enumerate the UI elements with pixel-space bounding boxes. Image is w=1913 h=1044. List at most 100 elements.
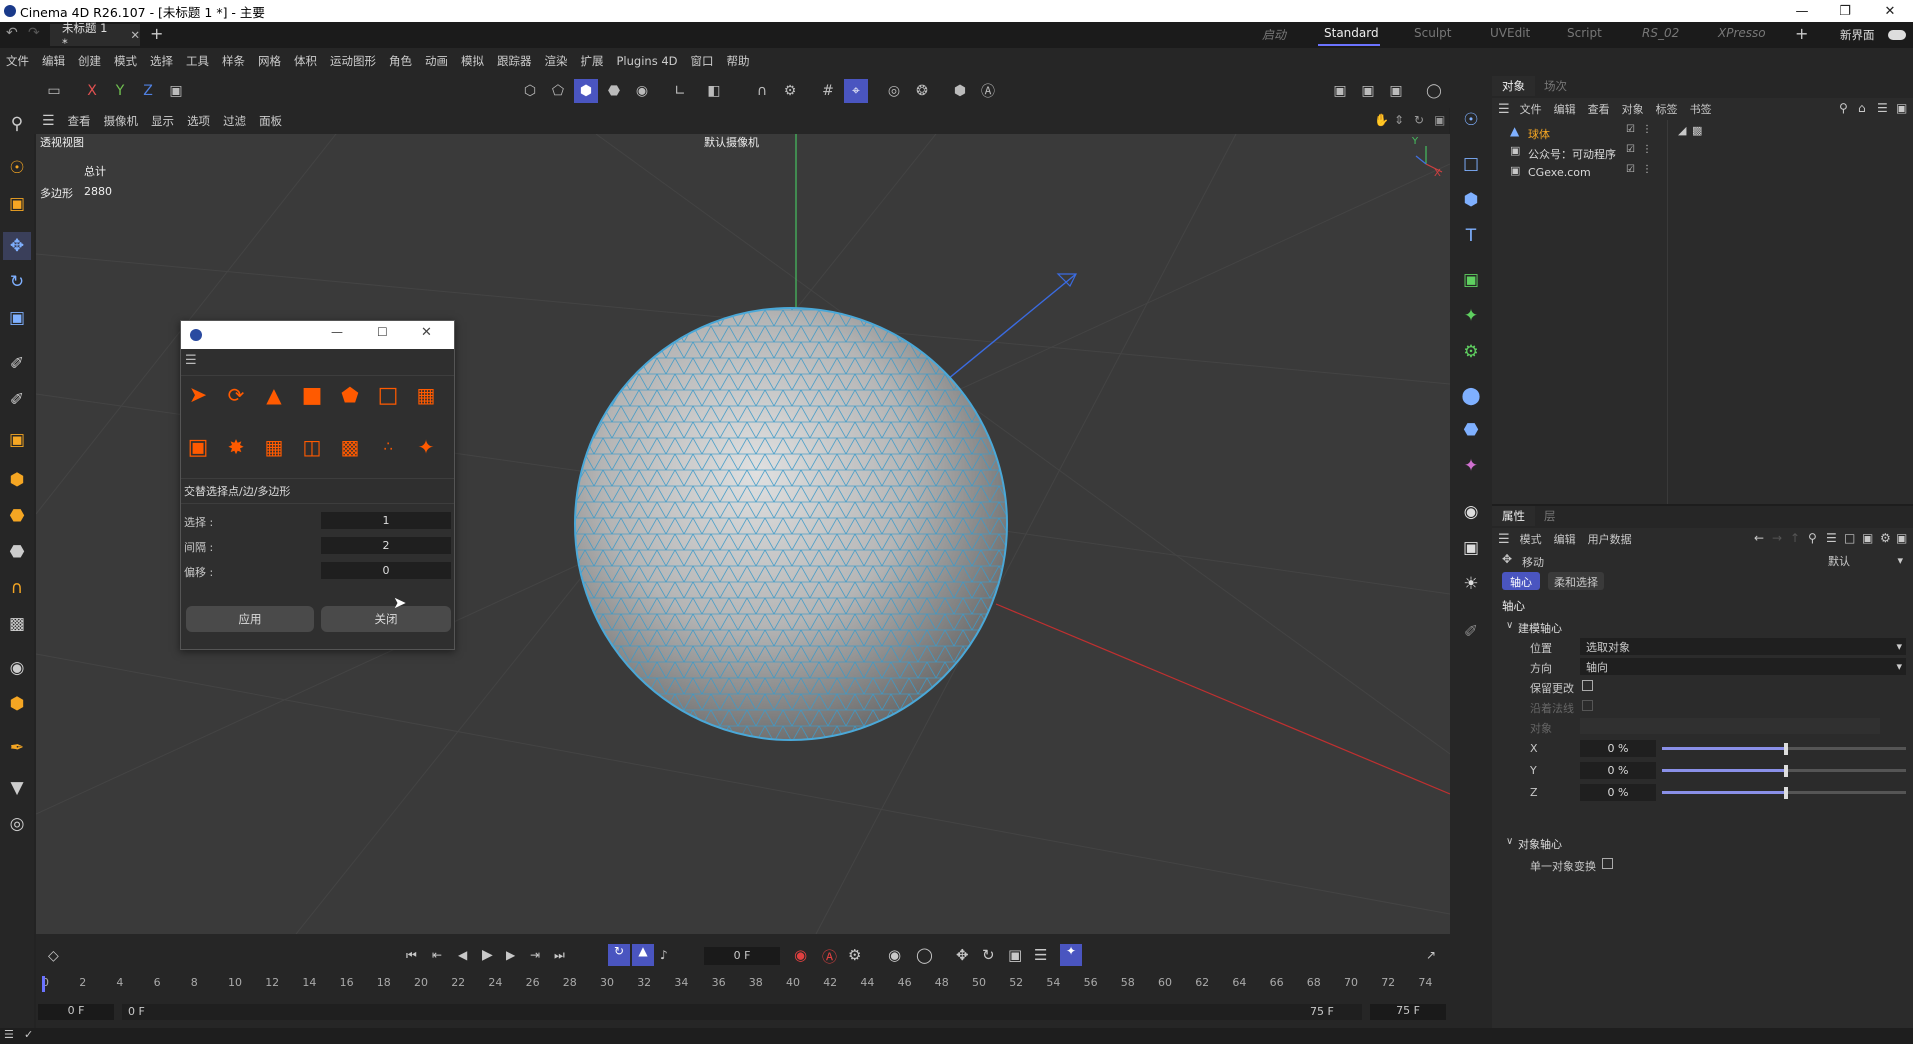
attribute-hamburger-icon[interactable]: ☰ (1498, 532, 1510, 547)
select-loop-icon[interactable]: ⟳ (221, 380, 251, 410)
triangle-icon[interactable]: ▲ (259, 380, 289, 410)
layout-tab-uvedit[interactable]: UVEdit (1490, 26, 1530, 40)
text-object-icon[interactable]: T (1457, 222, 1485, 250)
generator-icon[interactable]: ▣ (1457, 266, 1485, 294)
tag-icon[interactable]: ✐ (1457, 618, 1485, 646)
rotate-tool-icon[interactable]: ↻ (3, 268, 31, 296)
layout-tab-script[interactable]: Script (1567, 26, 1602, 40)
checker-select-icon[interactable]: ▩ (335, 432, 365, 462)
tag-phong-icon[interactable]: ▩ (1692, 124, 1702, 137)
hollow-square-icon[interactable]: □ (373, 380, 403, 410)
z-axis-icon[interactable]: Z (136, 79, 160, 103)
object-name[interactable]: CGexe.com (1528, 166, 1591, 179)
key-pla-icon[interactable]: ✦ (1060, 944, 1082, 966)
object-home-icon[interactable]: ⌂ (1858, 101, 1866, 115)
y-axis-icon[interactable]: Y (108, 79, 132, 103)
attribute-gear-icon[interactable]: ⚙ (1880, 531, 1891, 545)
render-dots-icon[interactable]: ⋮ (1642, 124, 1652, 135)
key-rotation-icon[interactable]: ↻ (982, 946, 995, 964)
forward-arrow-icon[interactable]: → (1772, 531, 1782, 545)
group-object-pivot-chevron-icon[interactable]: ∨ (1506, 836, 1513, 847)
goto-start-icon[interactable]: ⏮ (406, 948, 417, 963)
offset-input[interactable]: 0 (321, 562, 451, 579)
range-bar[interactable]: 0 F 75 F (122, 1004, 1362, 1020)
single-object-transform-checkbox[interactable] (1602, 858, 1613, 869)
render-icon[interactable]: ◎ (882, 79, 906, 103)
camera-icon[interactable]: ⬢ (948, 79, 972, 103)
live-select-icon[interactable]: ☉ (3, 154, 31, 182)
object-menu-object[interactable]: 对象 (1622, 101, 1644, 117)
layout-toggle[interactable] (1888, 30, 1906, 40)
add-tab-icon[interactable]: + (150, 24, 163, 43)
viewport-menu-display[interactable]: 显示 (151, 113, 174, 129)
x-slider[interactable] (1662, 743, 1906, 755)
object-menu-edit[interactable]: 编辑 (1554, 101, 1576, 117)
new-layout-label[interactable]: 新界面 (1840, 27, 1875, 43)
menu-window[interactable]: 窗口 (691, 53, 714, 69)
loop-icon[interactable]: ↻ (608, 944, 630, 966)
status-menu-icon[interactable]: ☰ (4, 1028, 14, 1041)
tab-attributes[interactable]: 属性 (1492, 506, 1535, 526)
attribute-menu-mode[interactable]: 模式 (1520, 531, 1542, 547)
start-frame-field[interactable]: 0 F (38, 1004, 114, 1020)
keep-changes-checkbox[interactable] (1582, 680, 1593, 691)
render-camera-icon[interactable]: ▣ (1457, 534, 1485, 562)
menu-mograph[interactable]: 运动图形 (330, 53, 376, 69)
pan-icon[interactable]: ✋ (1374, 113, 1389, 127)
viewport-menu-panel[interactable]: 面板 (259, 113, 282, 129)
texture-mode-icon[interactable]: ◉ (630, 79, 654, 103)
grid-x-icon[interactable]: ▦ (259, 432, 289, 462)
effector-icon[interactable]: ⚙ (1457, 338, 1485, 366)
prev-frame-icon[interactable]: ◀ (458, 948, 467, 962)
layout-tab-rs02[interactable]: RS_02 (1642, 26, 1679, 40)
menu-mode[interactable]: 模式 (114, 53, 137, 69)
object-filter-icon[interactable]: ☰ (1877, 101, 1888, 115)
attribute-filter-icon[interactable]: ☰ (1826, 531, 1837, 545)
border-select-icon[interactable]: ▣ (183, 432, 213, 462)
viewport-menu-camera[interactable]: 摄像机 (104, 113, 139, 129)
x-percent-input[interactable]: 0 % (1580, 740, 1656, 757)
polygons-mode-icon[interactable]: ⬢ (574, 79, 598, 103)
frame-ruler[interactable]: 0 2 4 6 8 10 12 14 16 18 20 22 24 26 28 30 32 34 36 38 40 42 4… (42, 976, 1442, 990)
attribute-expand-icon[interactable]: ▣ (1896, 531, 1907, 545)
dolly-icon[interactable]: ⇕ (1394, 113, 1404, 127)
edges-mode-icon[interactable]: ⬠ (546, 79, 570, 103)
redo-icon[interactable]: ↷ (28, 25, 40, 41)
status-info-icon[interactable]: ✓ (24, 1028, 33, 1041)
object-row[interactable]: ▣ CGexe.com ☑ ⋮ (1492, 164, 1913, 182)
layout-tab-xpresso[interactable]: XPresso (1718, 26, 1766, 40)
position-dropdown[interactable]: 选取对象 ▾ (1580, 638, 1906, 655)
magnet-icon[interactable]: ∩ (750, 79, 774, 103)
tab-takes[interactable]: 场次 (1534, 76, 1577, 96)
y-percent-input[interactable]: 0 % (1580, 762, 1656, 779)
menu-select[interactable]: 选择 (150, 53, 173, 69)
render-queue-icon[interactable]: ▣ (1384, 79, 1408, 103)
visibility-check-icon[interactable]: ☑ (1626, 124, 1635, 135)
y-slider[interactable] (1662, 765, 1906, 777)
menu-extensions[interactable]: 扩展 (581, 53, 604, 69)
field-icon[interactable]: ⬣ (1457, 416, 1485, 444)
object-menu-view[interactable]: 查看 (1588, 101, 1610, 117)
cube-tool-icon[interactable]: ⬢ (3, 466, 31, 494)
viewport-hamburger-icon[interactable]: ☰ (42, 113, 55, 129)
object-menu-tags[interactable]: 标签 (1656, 101, 1678, 117)
minimize-button[interactable]: — (1780, 0, 1824, 22)
autokey-icon[interactable]: Ⓐ (822, 946, 837, 967)
apply-button[interactable]: 应用 (186, 606, 314, 632)
cube-outline-icon[interactable]: ⬣ (3, 502, 31, 530)
primitive-cube-icon[interactable]: ⬢ (1457, 186, 1485, 214)
gear-icon[interactable]: ⚙ (778, 79, 802, 103)
orbit-icon[interactable]: ↻ (1414, 113, 1424, 127)
coord-system-icon[interactable]: ▣ (164, 79, 188, 103)
keyframe-diamond-icon[interactable]: ◇ (48, 948, 59, 964)
environment-icon[interactable]: ◉ (1457, 498, 1485, 526)
menu-character[interactable]: 角色 (389, 53, 412, 69)
tab-layers[interactable]: 层 (1534, 506, 1566, 526)
viewport-menu-filter[interactable]: 过滤 (223, 113, 246, 129)
object-row[interactable]: ▲ 球体 ☑ ⋮ ◢ ▩ (1492, 124, 1913, 142)
y-slider-knob[interactable] (1784, 765, 1788, 777)
menu-spline[interactable]: 样条 (222, 53, 245, 69)
pentagon-icon[interactable]: ⬟ (335, 380, 365, 410)
z-percent-input[interactable]: 0 % (1580, 784, 1656, 801)
grid-icon[interactable]: # (816, 79, 840, 103)
